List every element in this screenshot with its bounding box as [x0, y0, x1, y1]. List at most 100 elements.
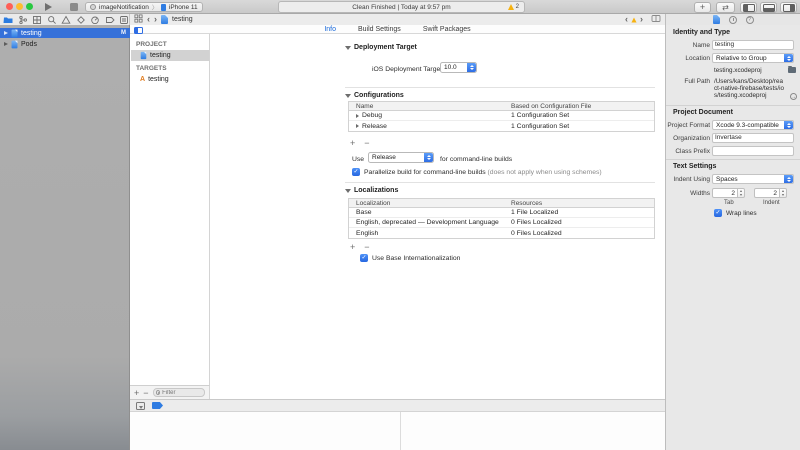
wrap-lines-checkbox[interactable] [714, 209, 722, 217]
forward-button[interactable]: › [154, 15, 157, 24]
scheme-name[interactable]: imageNotification [99, 4, 149, 11]
jump-bar-file[interactable]: testing [172, 16, 193, 23]
file-inspector-icon[interactable] [713, 15, 720, 24]
toggle-navigator-button[interactable] [740, 2, 757, 13]
parallelize-label: Parallelize build for command-line build… [364, 169, 602, 176]
add-target-button[interactable]: + [134, 388, 139, 398]
disclosure-triangle-icon[interactable] [4, 31, 8, 35]
disclosure-triangle-icon[interactable] [356, 124, 359, 128]
projects-targets-list: PROJECT testing TARGETS A testing [130, 34, 210, 385]
add-localization-button[interactable]: + [350, 242, 355, 252]
target-item-testing[interactable]: A testing [131, 74, 209, 85]
location-label: Location [666, 55, 710, 62]
disclosure-down-icon[interactable] [345, 94, 351, 98]
configurations-section-header[interactable]: Configurations [345, 92, 404, 99]
issue-navigator-icon[interactable] [61, 15, 71, 25]
tab-info[interactable]: Info [324, 26, 336, 33]
zoom-window-button[interactable] [26, 3, 33, 10]
folder-icon[interactable] [788, 67, 796, 73]
command-line-config-dropdown[interactable]: Release [368, 152, 434, 163]
reveal-in-finder-icon[interactable] [790, 93, 797, 100]
stepper-arrows-icon[interactable] [780, 188, 787, 198]
add-configuration-button[interactable]: + [350, 138, 355, 148]
name-field[interactable]: testing [712, 40, 794, 50]
editor-layout-icon[interactable] [651, 14, 661, 25]
filter-field[interactable] [153, 388, 205, 397]
console-divider[interactable] [400, 412, 401, 450]
project-item-testing[interactable]: testing [131, 50, 209, 61]
remove-configuration-button[interactable]: − [364, 138, 369, 148]
ios-deployment-target-dropdown[interactable]: 10.0 [440, 62, 477, 73]
next-issue-button[interactable]: › [640, 15, 643, 24]
scheme-selector[interactable]: imageNotification 〉 iPhone 11 [85, 2, 203, 12]
parallelize-checkbox[interactable] [352, 168, 360, 176]
related-items-icon[interactable] [134, 14, 143, 25]
configurations-add-remove: + − [350, 138, 370, 148]
editor-options-button[interactable] [716, 2, 735, 13]
stop-button[interactable] [70, 3, 78, 11]
minimize-window-button[interactable] [16, 3, 23, 10]
project-format-dropdown[interactable]: Xcode 9.3-compatible [712, 120, 794, 130]
close-window-button[interactable] [6, 3, 13, 10]
breakpoint-navigator-icon[interactable] [105, 15, 115, 25]
toggle-debug-area-button[interactable] [760, 2, 777, 13]
destination-name[interactable]: iPhone 11 [169, 4, 198, 11]
disclosure-down-icon[interactable] [345, 46, 351, 50]
source-control-status-badge: M [121, 30, 126, 36]
run-button[interactable] [45, 3, 52, 11]
navigator-item-label: Pods [21, 41, 37, 48]
tab-build-settings[interactable]: Build Settings [358, 26, 401, 33]
inspector-panel-icon [783, 4, 795, 12]
dropdown-caret-icon [784, 121, 793, 129]
disclosure-down-icon[interactable] [345, 189, 351, 193]
history-inspector-icon[interactable] [729, 16, 737, 24]
disclosure-triangle-icon[interactable] [356, 114, 359, 118]
localization-row-english-deprecated[interactable]: English, deprecated — Development Langua… [349, 218, 654, 228]
configuration-row-debug[interactable]: Debug 1 Configuration Set [349, 111, 654, 121]
organization-field[interactable]: Invertase [712, 133, 794, 143]
symbol-navigator-icon[interactable] [32, 15, 42, 25]
tab-width-stepper[interactable]: 2 [712, 188, 745, 198]
localization-row-english[interactable]: English 0 Files Localized [349, 228, 654, 238]
indent-width-stepper[interactable]: 2 [754, 188, 787, 198]
localizations-section-header[interactable]: Localizations [345, 187, 398, 194]
remove-localization-button[interactable]: − [364, 242, 369, 252]
library-add-button[interactable] [694, 2, 711, 13]
class-prefix-field[interactable] [712, 146, 794, 156]
disclosure-triangle-icon[interactable] [4, 42, 8, 46]
breakpoints-toggle-icon[interactable] [152, 402, 163, 409]
localization-row-base[interactable]: Base 1 File Localized [349, 208, 654, 218]
configuration-row-release[interactable]: Release 1 Configuration Set [349, 121, 654, 131]
deployment-target-section-header[interactable]: Deployment Target [345, 44, 417, 51]
quick-help-inspector-icon[interactable] [746, 16, 754, 24]
source-control-navigator-icon[interactable] [18, 15, 28, 25]
report-navigator-icon[interactable] [119, 15, 129, 25]
test-navigator-icon[interactable] [76, 15, 86, 25]
project-format-label: Project Format [666, 122, 710, 129]
stepper-arrows-icon[interactable] [738, 188, 745, 198]
filter-input[interactable] [162, 390, 202, 396]
warning-icon [631, 17, 636, 22]
navigator-item-pods[interactable]: Pods [0, 39, 130, 49]
project-navigator-icon[interactable] [3, 15, 13, 25]
debug-navigator-icon[interactable] [90, 15, 100, 25]
class-prefix-label: Class Prefix [666, 148, 710, 155]
remove-target-button[interactable]: − [143, 388, 148, 398]
warning-indicator[interactable]: 2 [508, 4, 519, 10]
xcodeproj-icon [12, 40, 18, 48]
find-navigator-icon[interactable] [47, 15, 57, 25]
back-button[interactable]: ‹ [147, 15, 150, 24]
tab-swift-packages[interactable]: Swift Packages [423, 26, 471, 33]
toggle-inspector-button[interactable] [780, 2, 797, 13]
base-internationalization-checkbox[interactable] [360, 254, 368, 262]
app-target-icon: A [140, 76, 145, 83]
use-label: Use [352, 156, 364, 163]
location-dropdown[interactable]: Relative to Group [712, 53, 794, 63]
text-settings-title: Text Settings [673, 163, 716, 170]
navigator-item-testing[interactable]: testing M [0, 28, 130, 38]
projects-targets-sidebar-toggle[interactable] [134, 27, 143, 34]
filter-icon [156, 390, 161, 395]
indent-using-dropdown[interactable]: Spaces [712, 174, 794, 184]
hide-debug-area-icon[interactable] [136, 402, 145, 410]
previous-issue-button[interactable]: ‹ [625, 15, 628, 24]
